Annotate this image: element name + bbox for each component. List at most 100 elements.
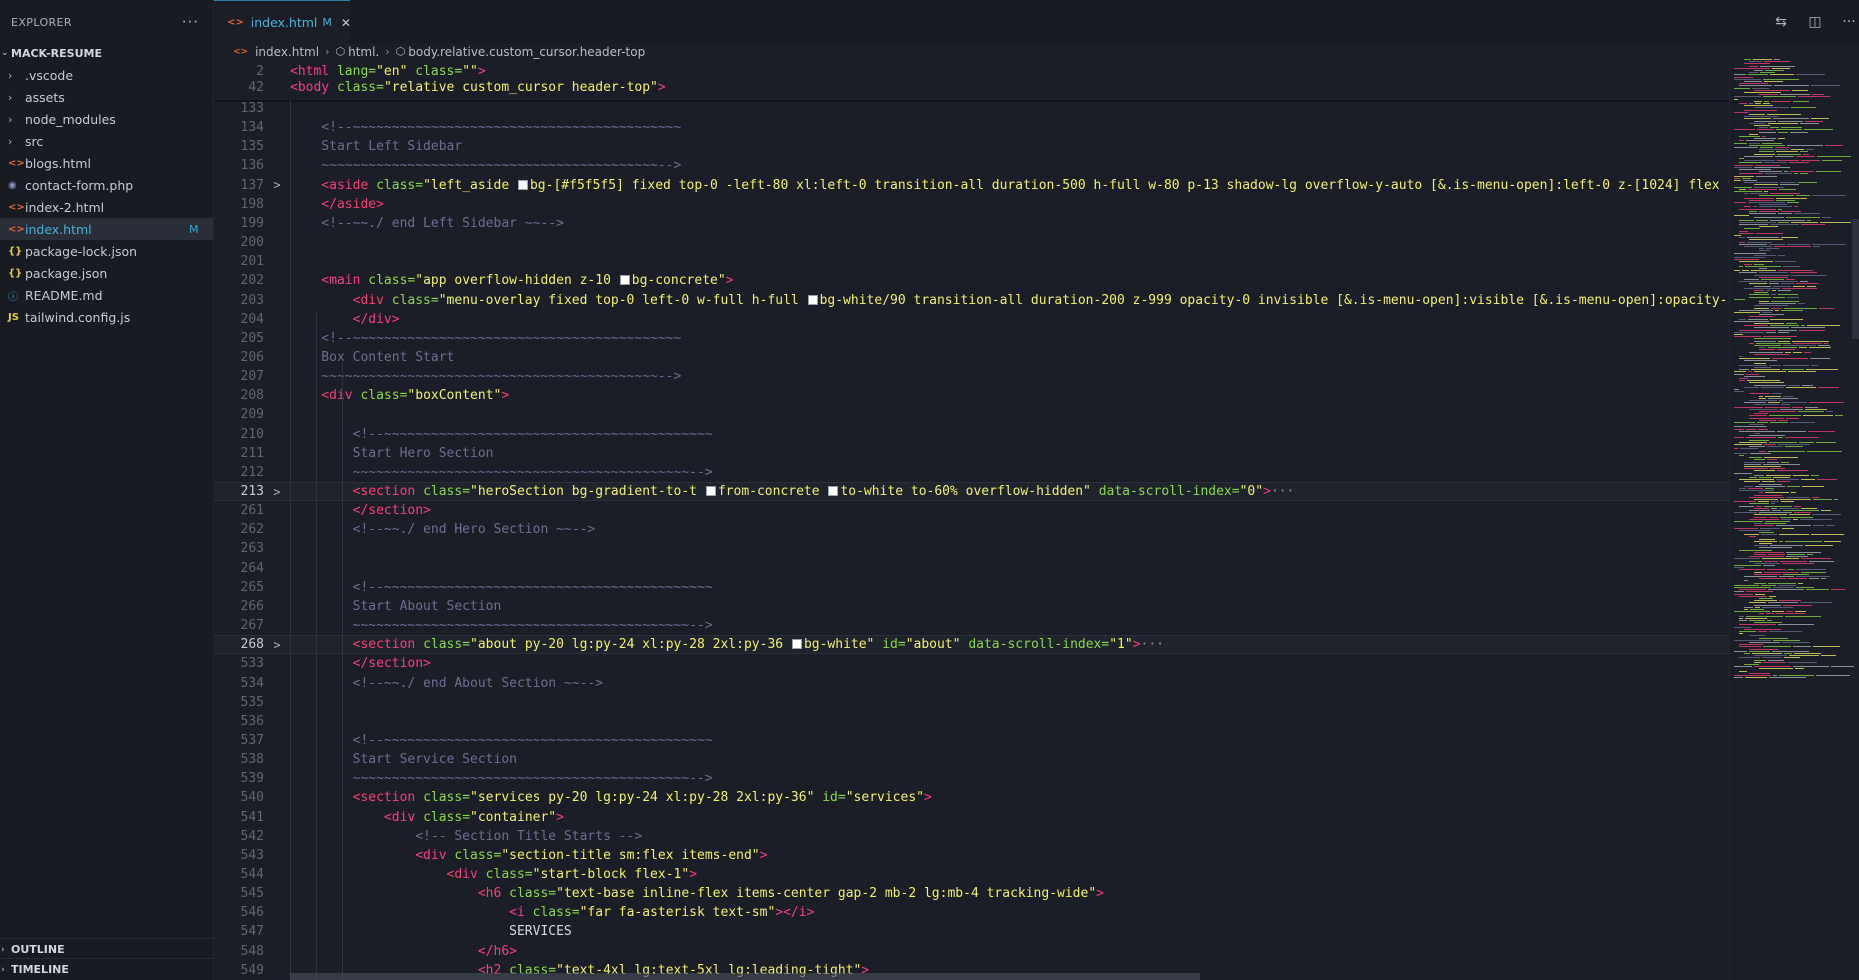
code-line[interactable]: 202 <main class="app overflow-hidden z-1…: [214, 271, 1729, 290]
code-line[interactable]: 538 Start Service Section: [214, 750, 1729, 769]
code-line[interactable]: 136 ~~~~~~~~~~~~~~~~~~~~~~~~~~~~~~~~~~~~…: [214, 156, 1729, 175]
file-item[interactable]: <> index.html M: [0, 218, 213, 240]
file-item[interactable]: <> index-2.html: [0, 196, 213, 218]
code-line[interactable]: 205 <!--~~~~~~~~~~~~~~~~~~~~~~~~~~~~~~~~…: [214, 329, 1729, 348]
fold-chevron-icon[interactable]: >: [264, 485, 290, 499]
vertical-scrollbar[interactable]: [1852, 219, 1859, 339]
color-swatch[interactable]: [791, 639, 802, 650]
color-swatch[interactable]: [517, 179, 528, 190]
code-line[interactable]: 539 ~~~~~~~~~~~~~~~~~~~~~~~~~~~~~~~~~~~~…: [214, 769, 1729, 788]
folder-item[interactable]: › assets: [0, 86, 213, 108]
code-line[interactable]: 263: [214, 539, 1729, 558]
outline-section-header[interactable]: › OUTLINE: [0, 938, 214, 960]
code-line[interactable]: 212 ~~~~~~~~~~~~~~~~~~~~~~~~~~~~~~~~~~~~…: [214, 463, 1729, 482]
code-line[interactable]: 134 <!--~~~~~~~~~~~~~~~~~~~~~~~~~~~~~~~~…: [214, 118, 1729, 137]
minimap-line: [1754, 470, 1775, 472]
code-line[interactable]: 546 <i class="far fa-asterisk text-sm"><…: [214, 903, 1729, 922]
file-item[interactable]: ◉ contact-form.php: [0, 174, 213, 196]
minimap-line: [1754, 217, 1784, 219]
code-line[interactable]: 206 Box Content Start: [214, 348, 1729, 367]
code-line[interactable]: 535: [214, 693, 1729, 712]
file-item[interactable]: ⓘ README.md: [0, 284, 213, 306]
breadcrumb-item-html[interactable]: html.: [348, 45, 379, 59]
minimap-line: [1754, 353, 1789, 355]
minimap-line: [1759, 171, 1782, 173]
code-line[interactable]: 264: [214, 559, 1729, 578]
code-line[interactable]: 537 <!--~~~~~~~~~~~~~~~~~~~~~~~~~~~~~~~~…: [214, 731, 1729, 750]
minimap[interactable]: [1729, 59, 1859, 980]
breadcrumb-item-body[interactable]: body.relative.custom_cursor.header-top: [408, 45, 645, 59]
code-line[interactable]: 541 <div class="container">: [214, 808, 1729, 827]
horizontal-scrollbar[interactable]: [290, 973, 1200, 980]
code-line[interactable]: 265 <!--~~~~~~~~~~~~~~~~~~~~~~~~~~~~~~~~…: [214, 578, 1729, 597]
folder-item[interactable]: › src: [0, 130, 213, 152]
code-line[interactable]: 200: [214, 233, 1729, 252]
code-line[interactable]: 211 Start Hero Section: [214, 444, 1729, 463]
code-line[interactable]: 545 <h6 class="text-base inline-flex ite…: [214, 884, 1729, 903]
file-item[interactable]: {} package.json: [0, 262, 213, 284]
code-text: ~~~~~~~~~~~~~~~~~~~~~~~~~~~~~~~~~~~~~~~~…: [290, 158, 681, 173]
code-line[interactable]: 262 <!--~~./ end Hero Section ~~-->: [214, 520, 1729, 539]
code-editor[interactable]: 2 <html lang="en" class=""> 42 <body class=…: [214, 62, 1729, 980]
code-line[interactable]: 543 <div class="section-title sm:flex it…: [214, 846, 1729, 865]
code-line[interactable]: 536: [214, 712, 1729, 731]
minimap-line: [1739, 646, 1761, 648]
breadcrumb-item-file[interactable]: index.html: [255, 45, 319, 59]
minimap-line: [1759, 268, 1767, 269]
color-swatch[interactable]: [619, 275, 630, 286]
code-line[interactable]: 548 </h6>: [214, 942, 1729, 961]
folder-item[interactable]: › node_modules: [0, 108, 213, 130]
fold-chevron-icon[interactable]: >: [264, 638, 290, 652]
code-line[interactable]: 266 Start About Section: [214, 597, 1729, 616]
close-icon[interactable]: ✕: [341, 16, 351, 30]
minimap-line: [1780, 184, 1799, 186]
code-line[interactable]: 201: [214, 252, 1729, 271]
color-swatch[interactable]: [828, 486, 839, 496]
code-line[interactable]: 547 SERVICES: [214, 922, 1729, 941]
code-line[interactable]: 542 <!-- Section Title Starts -->: [214, 827, 1729, 846]
minimap-line: [1807, 285, 1816, 287]
minimap-line: [1801, 571, 1826, 573]
minimap-line: [1748, 202, 1785, 203]
code-token: ···: [1140, 637, 1165, 653]
code-line[interactable]: 42 <body class="relative custom_cursor he…: [214, 78, 1729, 97]
file-item[interactable]: JS tailwind.config.js: [0, 306, 213, 328]
fold-chevron-icon[interactable]: >: [264, 178, 290, 192]
code-line[interactable]: 199 <!--~~./ end Left Sidebar ~~-->: [214, 214, 1729, 233]
code-line[interactable]: 540 <section class="services py-20 lg:py…: [214, 788, 1729, 807]
minimap-line: [1759, 598, 1773, 599]
code-line[interactable]: 267 ~~~~~~~~~~~~~~~~~~~~~~~~~~~~~~~~~~~~…: [214, 616, 1729, 635]
code-line[interactable]: 203 <div class="menu-overlay fixed top-0…: [214, 291, 1729, 310]
project-folder-header[interactable]: ⌄ MACK-RESUME: [0, 44, 213, 62]
code-line[interactable]: 204 </div>: [214, 310, 1729, 329]
minimap-line: [1789, 514, 1810, 516]
code-line[interactable]: 544 <div class="start-block flex-1">: [214, 865, 1729, 884]
code-line[interactable]: 137 > <aside class="left_aside bg-[#f5f5f…: [214, 176, 1729, 195]
code-line[interactable]: 207 ~~~~~~~~~~~~~~~~~~~~~~~~~~~~~~~~~~~~…: [214, 367, 1729, 386]
minimap-line: [1744, 118, 1771, 120]
timeline-section-header[interactable]: › TIMELINE: [0, 958, 214, 980]
color-swatch[interactable]: [705, 486, 716, 496]
split-editor-icon[interactable]: ◫: [1805, 14, 1825, 30]
file-item[interactable]: <> blogs.html: [0, 152, 213, 174]
code-line[interactable]: 208 <div class="boxContent">: [214, 386, 1729, 405]
source-control-icon[interactable]: ⇆: [1771, 14, 1791, 30]
color-swatch[interactable]: [807, 294, 818, 305]
code-line[interactable]: 210 <!--~~~~~~~~~~~~~~~~~~~~~~~~~~~~~~~~…: [214, 425, 1729, 444]
code-line[interactable]: 213 > <section class="heroSection bg-grad…: [214, 482, 1729, 501]
code-line[interactable]: 534 <!--~~./ end About Section ~~-->: [214, 674, 1729, 693]
file-item[interactable]: {} package-lock.json: [0, 240, 213, 262]
code-line[interactable]: 268 > <section class="about py-20 lg:py-2…: [214, 635, 1729, 655]
folder-item[interactable]: › .vscode: [0, 64, 213, 86]
code-line[interactable]: 209: [214, 405, 1729, 424]
code-line[interactable]: 198 </aside>: [214, 195, 1729, 214]
code-line[interactable]: 533 </section>: [214, 654, 1729, 673]
minimap-line: [1734, 558, 1760, 560]
more-actions-icon[interactable]: ···: [182, 13, 199, 31]
tab-index-html[interactable]: <> index.html M ✕: [214, 0, 351, 44]
chevron-right-icon: ›: [325, 45, 330, 58]
more-actions-icon[interactable]: ···: [1839, 14, 1859, 30]
minimap-line: [1778, 444, 1810, 445]
code-line[interactable]: 261 </section>: [214, 501, 1729, 520]
code-line[interactable]: 135 Start Left Sidebar: [214, 137, 1729, 156]
